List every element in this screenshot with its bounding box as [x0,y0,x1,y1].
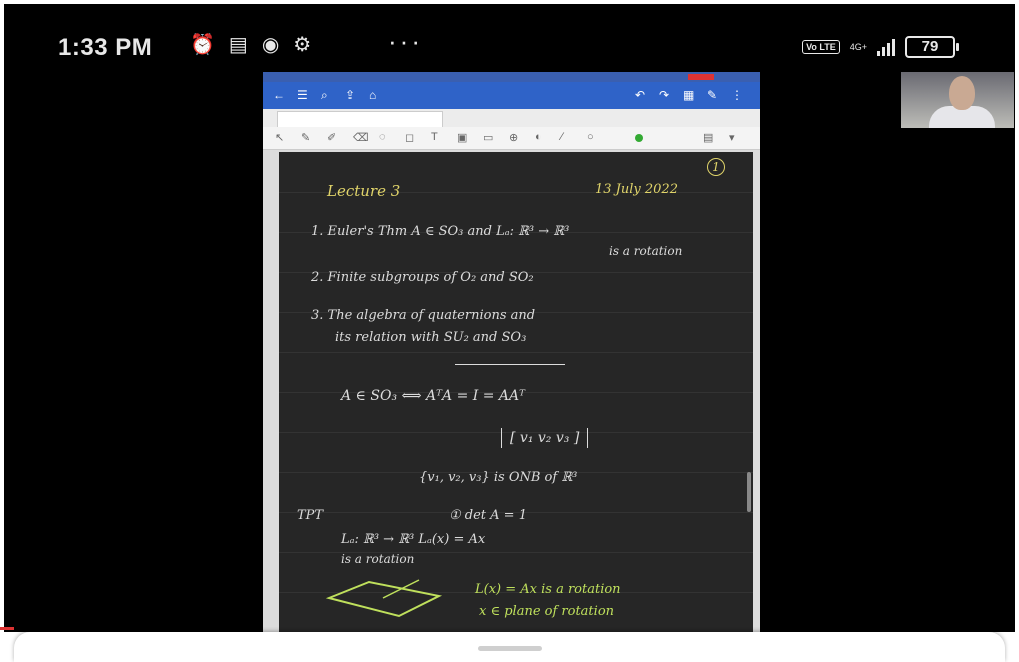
more-notifications: ··· [388,26,423,56]
pointer-icon[interactable]: ↖ [275,131,284,144]
shared-screen[interactable]: ← ☰ ⌕ ⇪ ⌂ ↶ ↷ ▦ ✎ ⋮ ↖ ✎ ✐ ⌫ ◌ ◻ T ▣ ▭ ⊕ … [263,72,760,636]
topic-line: 1. Euler's Thm A ∈ SO₃ and Lₐ: ℝ³ → ℝ³ [311,224,570,239]
topic-line: 2. Finite subgroups of O₂ and SO₂ [311,270,534,285]
topic-line: its relation with SU₂ and SO₃ [335,330,527,345]
pen-toolbar: ↖ ✎ ✐ ⌫ ◌ ◻ T ▣ ▭ ⊕ ◐ ∕ ○ ▤ ▾ [263,127,760,150]
pen-icon[interactable]: ✎ [301,131,310,144]
signal-icon [877,38,895,56]
page-scrollbar[interactable] [747,472,751,512]
green-note: L(x) = Ax is a rotation [475,582,621,597]
participant-video[interactable] [901,72,1014,128]
lecture-heading: Lecture 3 [327,182,401,200]
equation-orthogonal: A ∈ SO₃ ⟺ AᵀA = I = AAᵀ [341,388,526,404]
tab-document[interactable] [277,111,443,128]
app-toolbar: ← ☰ ⌕ ⇪ ⌂ ↶ ↷ ▦ ✎ ⋮ [263,82,760,109]
battery-icon: 79 [905,36,959,58]
highlighter-icon[interactable]: ✐ [327,131,336,144]
basis-statement: {v₁, v₂, v₃} is ONB of ℝ³ [419,470,578,485]
bottom-sheet[interactable] [14,632,1005,662]
share-icon[interactable]: ⇪ [345,88,355,102]
meeting-frame: 1:33 PM ⏰ ▤ ◉ ⚙ ··· Vo LTE 4G+ 79 ← ☰ ⌕ … [4,4,1015,636]
divider [455,364,565,365]
topic-line: is a rotation [609,244,683,258]
back-icon[interactable]: ← [273,88,285,102]
menu-icon[interactable]: ☰ [297,88,308,102]
page-layout-icon[interactable]: ▤ [703,131,713,144]
alarm-icon: ⏰ [190,34,215,56]
plane-sketch [325,579,443,618]
tpt-step: Lₐ: ℝ³ → ℝ³ Lₐ(x) = Ax [341,532,486,547]
tpt-label: TPT [297,508,324,523]
news-icon: ▤ [228,34,248,56]
status-time: 1:33 PM [58,34,153,61]
green-note: x ∈ plane of rotation [479,604,615,619]
progress-indicator [0,627,14,630]
drag-handle[interactable] [478,646,542,651]
tpt-step: ① det A = 1 [449,508,527,523]
collapse-icon[interactable]: ▾ [729,131,735,144]
image-icon[interactable]: ▣ [457,131,467,144]
window-titlebar [263,72,760,82]
ruler-icon[interactable]: ▭ [483,131,493,144]
color-icon[interactable]: ◐ [535,131,542,143]
shape-icon[interactable]: ◻ [405,131,414,144]
undo-icon[interactable]: ↶ [635,88,645,102]
lecture-date: 13 July 2022 [595,182,678,197]
participant-avatar [949,76,975,110]
zoom-icon[interactable]: ⊕ [509,131,518,144]
bookmark-icon[interactable]: ⌂ [369,88,376,102]
overflow-icon[interactable]: ⋮ [731,88,743,102]
edit-icon[interactable]: ✎ [707,88,717,102]
green-color-swatch[interactable] [635,134,643,142]
lasso-icon[interactable]: ◌ [379,131,386,143]
notebook-page[interactable]: 1 Lecture 3 13 July 2022 1. Euler's Thm … [279,152,753,632]
tab-strip [263,109,760,128]
text-icon[interactable]: T [431,131,438,143]
page-number: 1 [707,158,725,176]
volte-badge: Vo LTE [802,40,840,54]
topic-line: 3. The algebra of quaternions and [311,308,536,323]
redo-icon[interactable]: ↷ [659,88,669,102]
network-type: 4G+ [849,41,867,52]
stroke-icon[interactable]: ∕ [561,131,563,143]
close-icon[interactable] [688,74,714,80]
eraser-icon[interactable]: ⌫ [353,131,369,144]
blank-color-icon[interactable]: ○ [587,131,594,143]
chrome-icon: ◉ [261,34,280,56]
system-status: Vo LTE 4G+ 79 [802,36,959,58]
matrix-columns: [ v₁ v₂ v₃ ] [501,428,589,448]
tpt-step: is a rotation [341,552,415,566]
settings-icon: ⚙ [293,34,312,56]
search-icon[interactable]: ⌕ [321,88,328,103]
notification-icons: ⏰ ▤ ◉ ⚙ [190,32,311,58]
grid-icon[interactable]: ▦ [683,88,694,102]
